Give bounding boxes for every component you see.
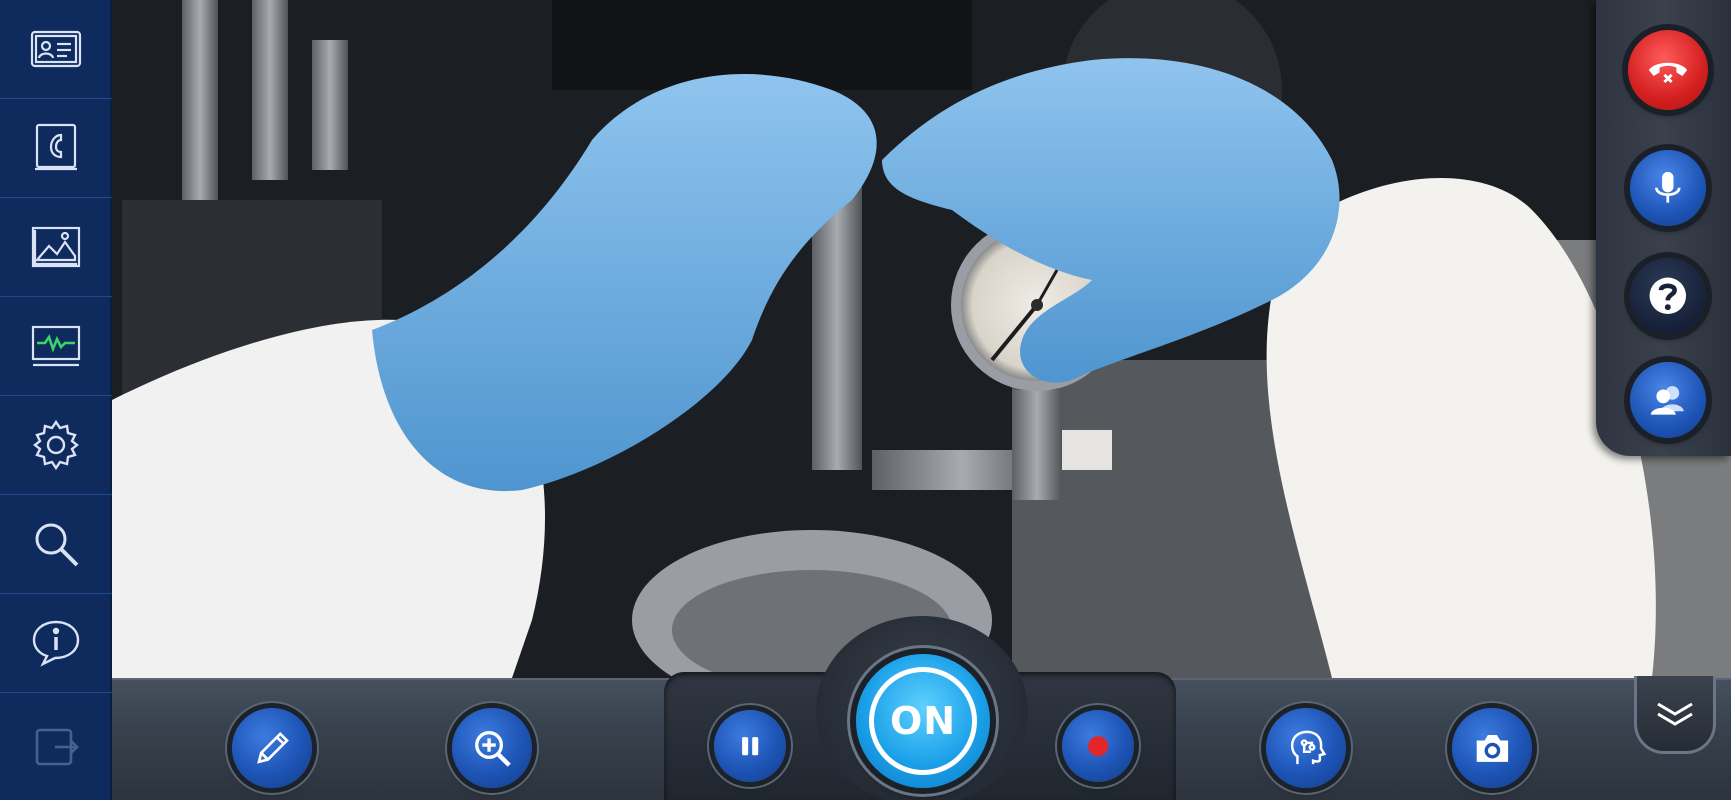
- sidebar-item-info[interactable]: [0, 594, 112, 693]
- pause-icon: [741, 736, 759, 756]
- camera-scene: [112, 0, 1731, 678]
- collapse-toolbar-button[interactable]: [1634, 676, 1716, 754]
- phonebook-icon: [35, 123, 77, 171]
- pencil-icon: [256, 731, 289, 764]
- call-control-panel: [1596, 0, 1731, 456]
- sidebar-item-contacts[interactable]: [0, 0, 112, 99]
- camera-icon: [1476, 734, 1508, 762]
- sidebar: [0, 0, 112, 800]
- camera-feed[interactable]: [112, 0, 1731, 678]
- ai-head-icon: [1290, 730, 1326, 764]
- help-icon: [1649, 277, 1687, 315]
- record-icon: [1087, 735, 1109, 757]
- gear-icon: [33, 419, 79, 471]
- logout-icon: [35, 728, 79, 765]
- bottom-toolbar: ON: [112, 616, 1731, 800]
- sidebar-item-settings[interactable]: [0, 396, 112, 495]
- on-button-ring: ON: [869, 667, 977, 775]
- info-icon: [32, 620, 80, 667]
- draw-button[interactable]: [232, 708, 312, 788]
- hang-up-button[interactable]: [1628, 30, 1708, 110]
- sidebar-item-monitor[interactable]: [0, 297, 112, 396]
- sidebar-item-search[interactable]: [0, 495, 112, 594]
- microphone-icon: [1655, 172, 1681, 203]
- add-participant-button[interactable]: [1630, 362, 1706, 438]
- gallery-icon: [31, 226, 81, 268]
- ai-assist-button[interactable]: [1266, 708, 1346, 788]
- remote-assist-app: ON: [0, 0, 1731, 800]
- search-icon: [35, 523, 79, 567]
- help-button[interactable]: [1630, 258, 1706, 334]
- chevron-double-down-icon: [1657, 702, 1693, 726]
- record-button[interactable]: [1062, 710, 1134, 782]
- hang-up-icon: [1648, 62, 1688, 84]
- pause-button[interactable]: [714, 710, 786, 782]
- sidebar-item-logout[interactable]: [0, 693, 112, 800]
- on-button[interactable]: ON: [856, 654, 990, 788]
- on-button-label: ON: [889, 699, 957, 743]
- add-participant-icon: [1650, 386, 1684, 415]
- sidebar-item-phonebook[interactable]: [0, 99, 112, 198]
- snapshot-button[interactable]: [1452, 708, 1532, 788]
- microphone-button[interactable]: [1630, 150, 1706, 226]
- zoom-in-icon: [474, 730, 511, 767]
- sidebar-item-gallery[interactable]: [0, 198, 112, 297]
- contact-card-icon: [30, 30, 82, 68]
- monitor-icon: [31, 325, 81, 367]
- zoom-in-button[interactable]: [452, 708, 532, 788]
